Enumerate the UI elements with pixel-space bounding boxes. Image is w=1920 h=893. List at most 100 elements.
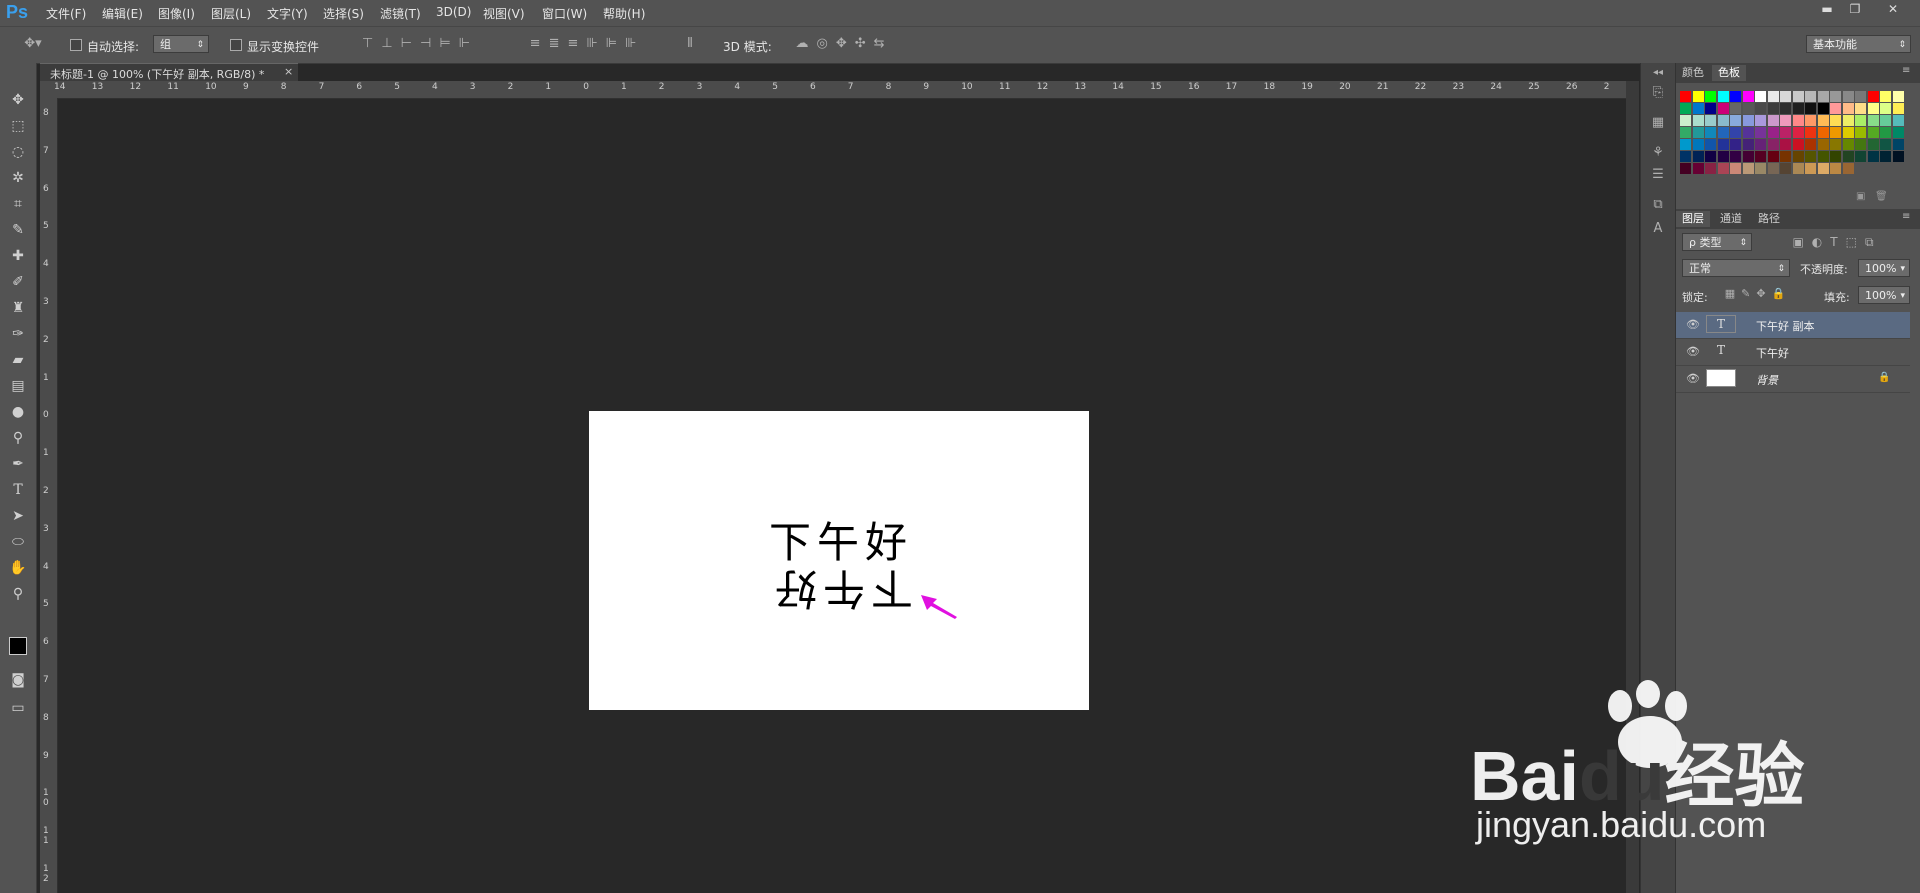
auto-select-checkbox[interactable] [70,39,82,51]
color-swatch[interactable] [1692,163,1704,174]
color-swatch[interactable] [1730,127,1741,138]
auto-align-icon[interactable]: ⫴ [680,36,700,51]
visibility-eye-icon[interactable]: 👁 [1686,318,1700,331]
color-swatch[interactable] [1867,151,1879,162]
color-swatch[interactable] [1767,91,1779,102]
zoom-tool-icon[interactable]: ⚲ [6,583,30,605]
color-swatch[interactable] [1855,127,1866,138]
color-swatch[interactable] [1717,163,1729,174]
align-icons[interactable]: ⊤⊥⊢⊣⊨⊩ [345,36,495,51]
blur-tool-icon[interactable]: ● [6,401,30,423]
color-swatch[interactable] [1792,163,1804,174]
menu-filter[interactable]: 滤镜(T) [380,5,421,22]
color-swatch[interactable] [1792,115,1804,126]
color-swatch[interactable] [1855,91,1866,102]
marquee-tool-icon[interactable]: ⬚ [6,115,30,137]
show-transform-checkbox[interactable] [230,39,242,51]
color-swatch[interactable] [1842,103,1854,114]
panel-menu-icon[interactable]: ≡ [1902,211,1910,222]
color-swatch[interactable] [1680,91,1691,102]
color-swatch[interactable] [1705,163,1716,174]
color-swatch[interactable] [1817,151,1829,162]
color-swatch[interactable] [1830,163,1841,174]
menu-select[interactable]: 选择(S) [323,5,364,22]
color-swatch[interactable] [1880,91,1891,102]
adjustments-panel-icon[interactable]: ☰ [1649,167,1667,182]
auto-select-dropdown[interactable]: 组 ⇕ [153,35,209,53]
layer-row-text[interactable]: 👁 T 下午好 [1676,339,1910,366]
color-swatch[interactable] [1842,151,1854,162]
color-swatch[interactable] [1817,115,1829,126]
color-swatch[interactable] [1880,115,1891,126]
color-swatch[interactable] [1805,151,1816,162]
color-swatch[interactable] [1717,127,1729,138]
new-swatch-icon[interactable]: ▣ [1856,191,1865,202]
color-swatch[interactable] [1742,139,1754,150]
visibility-eye-icon[interactable]: 👁 [1686,345,1700,358]
color-swatch[interactable] [1855,115,1866,126]
color-swatch[interactable] [1892,103,1904,114]
restore-button[interactable]: ❐ [1842,1,1868,17]
color-swatch[interactable] [1867,127,1879,138]
menu-view[interactable]: 视图(V) [483,5,525,22]
healing-brush-tool-icon[interactable]: ✚ [6,245,30,267]
color-swatch[interactable] [1892,127,1904,138]
color-swatch[interactable] [1692,151,1704,162]
dodge-tool-icon[interactable]: ⚲ [6,427,30,449]
clone-source-panel-icon[interactable]: ⧉ [1649,197,1667,212]
color-swatch[interactable] [1742,151,1754,162]
color-swatch[interactable] [1830,139,1841,150]
color-swatch[interactable] [1755,163,1766,174]
color-swatch[interactable] [1755,91,1766,102]
delete-swatch-icon[interactable]: 🗑 [1875,191,1888,202]
color-swatch[interactable] [1705,127,1716,138]
color-swatch[interactable] [1805,163,1816,174]
color-swatch[interactable] [1730,151,1741,162]
color-swatch[interactable] [1730,139,1741,150]
workspace-dropdown[interactable]: 基本功能 ⇕ [1806,35,1911,53]
collapse-arrows-icon[interactable]: ◂◂ [1649,67,1667,78]
tab-paths[interactable]: 路径 [1752,211,1786,227]
color-swatch[interactable] [1867,139,1879,150]
brush-tool-icon[interactable]: ✐ [6,271,30,293]
tab-color[interactable]: 颜色 [1676,65,1710,81]
color-swatch[interactable] [1780,91,1791,102]
color-swatch[interactable] [1817,139,1829,150]
color-swatch[interactable] [1717,151,1729,162]
color-swatch[interactable] [1867,115,1879,126]
lock-icons[interactable]: ▦✎✥🔒 [1718,287,1798,300]
color-swatch[interactable] [1692,127,1704,138]
text-layer-flipped-copy[interactable]: 下午好 [769,561,913,622]
tab-channels[interactable]: 通道 [1714,211,1748,227]
crop-tool-icon[interactable]: ⌗ [6,193,30,215]
color-swatch[interactable] [1705,91,1716,102]
color-swatch[interactable] [1805,91,1816,102]
history-panel-icon[interactable]: ⎘ [1649,85,1667,100]
color-swatch[interactable] [1817,127,1829,138]
color-swatch[interactable] [1892,151,1904,162]
color-swatch[interactable] [1880,151,1891,162]
foreground-color-swatch[interactable] [9,637,27,655]
color-swatch[interactable] [1855,139,1866,150]
color-swatch[interactable] [1880,127,1891,138]
color-swatch[interactable] [1767,103,1779,114]
color-swatch[interactable] [1805,139,1816,150]
lasso-tool-icon[interactable]: ◌ [6,141,30,163]
blend-mode-dropdown[interactable]: 正常 ⇕ [1682,259,1790,277]
color-swatch[interactable] [1805,103,1816,114]
color-swatch[interactable] [1767,139,1779,150]
color-swatch[interactable] [1855,103,1866,114]
screen-mode-icon[interactable]: ▭ [6,697,30,719]
brush-panel-icon[interactable]: ⚘ [1649,145,1667,160]
color-swatch[interactable] [1780,163,1791,174]
path-selection-tool-icon[interactable]: ➤ [6,505,30,527]
color-swatch[interactable] [1680,115,1691,126]
color-swatch[interactable] [1880,139,1891,150]
menu-help[interactable]: 帮助(H) [603,5,645,22]
magic-wand-tool-icon[interactable]: ✲ [6,167,30,189]
move-tool-icon[interactable]: ✥ [6,89,30,111]
menu-edit[interactable]: 编辑(E) [102,5,143,22]
color-swatch[interactable] [1842,91,1854,102]
menu-3d[interactable]: 3D(D) [436,5,471,19]
color-swatch[interactable] [1767,115,1779,126]
